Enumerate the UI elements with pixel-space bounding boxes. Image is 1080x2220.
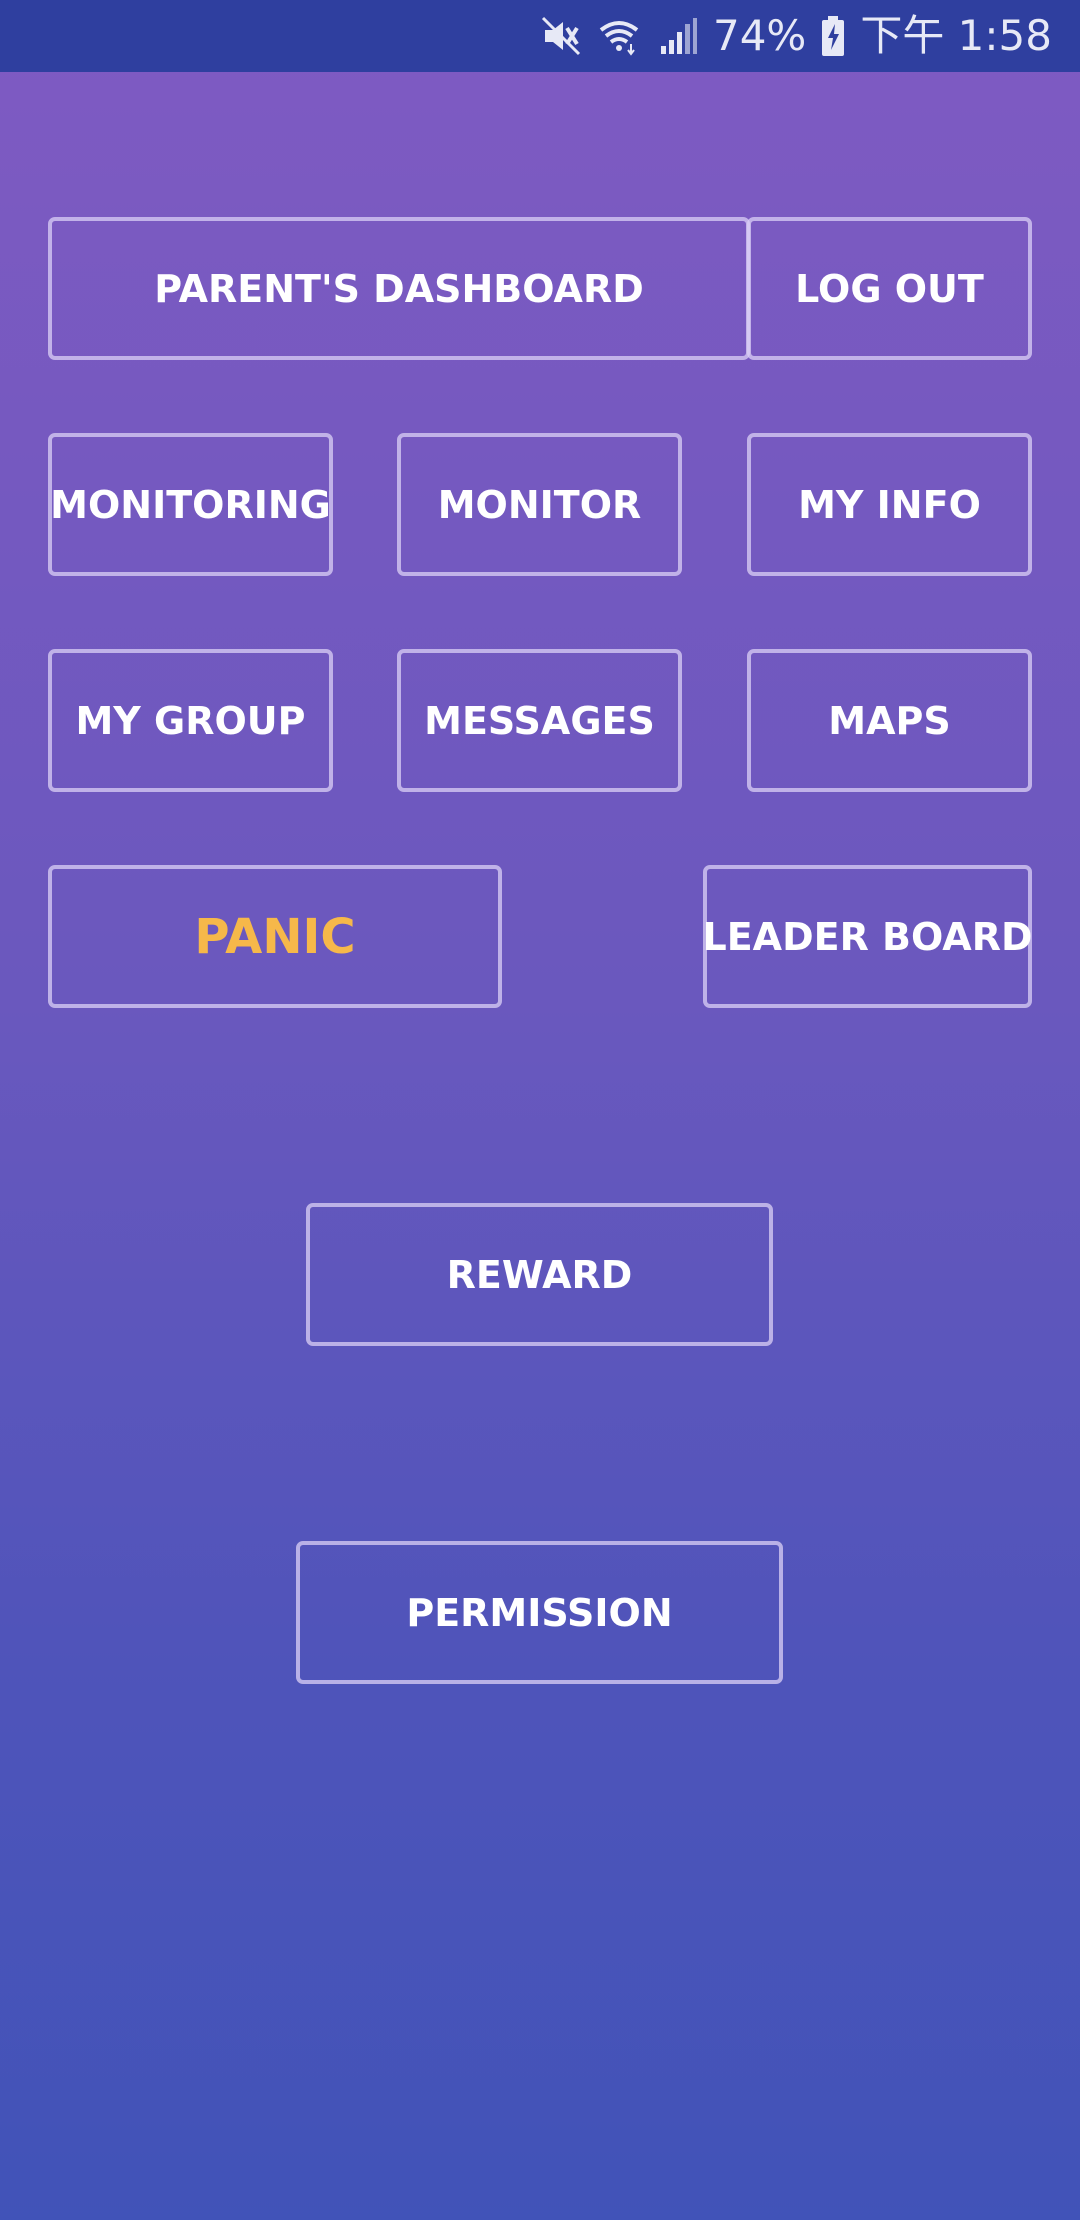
log-out-button[interactable]: LOG OUT	[747, 217, 1032, 360]
battery-charging-icon	[822, 16, 845, 56]
my-info-button[interactable]: MY INFO	[747, 433, 1032, 576]
permission-button[interactable]: PERMISSION	[296, 1541, 783, 1684]
reward-button[interactable]: REWARD	[306, 1203, 773, 1346]
panic-button[interactable]: PANIC	[48, 865, 502, 1008]
signal-icon	[660, 18, 697, 54]
maps-button[interactable]: MAPS	[747, 649, 1032, 792]
monitoring-button[interactable]: MONITORING	[48, 433, 333, 576]
status-bar: 74% 下午 1:58	[0, 0, 1080, 72]
messages-button[interactable]: MESSAGES	[397, 649, 682, 792]
clock: 下午 1:58	[860, 11, 1052, 60]
mute-icon	[541, 16, 581, 56]
battery-percent: 74%	[712, 11, 807, 60]
my-group-button[interactable]: MY GROUP	[48, 649, 333, 792]
wifi-icon	[599, 21, 639, 56]
status-icons: 74% 下午 1:58	[539, 0, 1052, 72]
leader-board-button[interactable]: LEADER BOARD	[702, 865, 1033, 1008]
monitor-button[interactable]: MONITOR	[397, 433, 682, 576]
parents-dashboard-button[interactable]: PARENT'S DASHBOARD	[48, 217, 750, 360]
